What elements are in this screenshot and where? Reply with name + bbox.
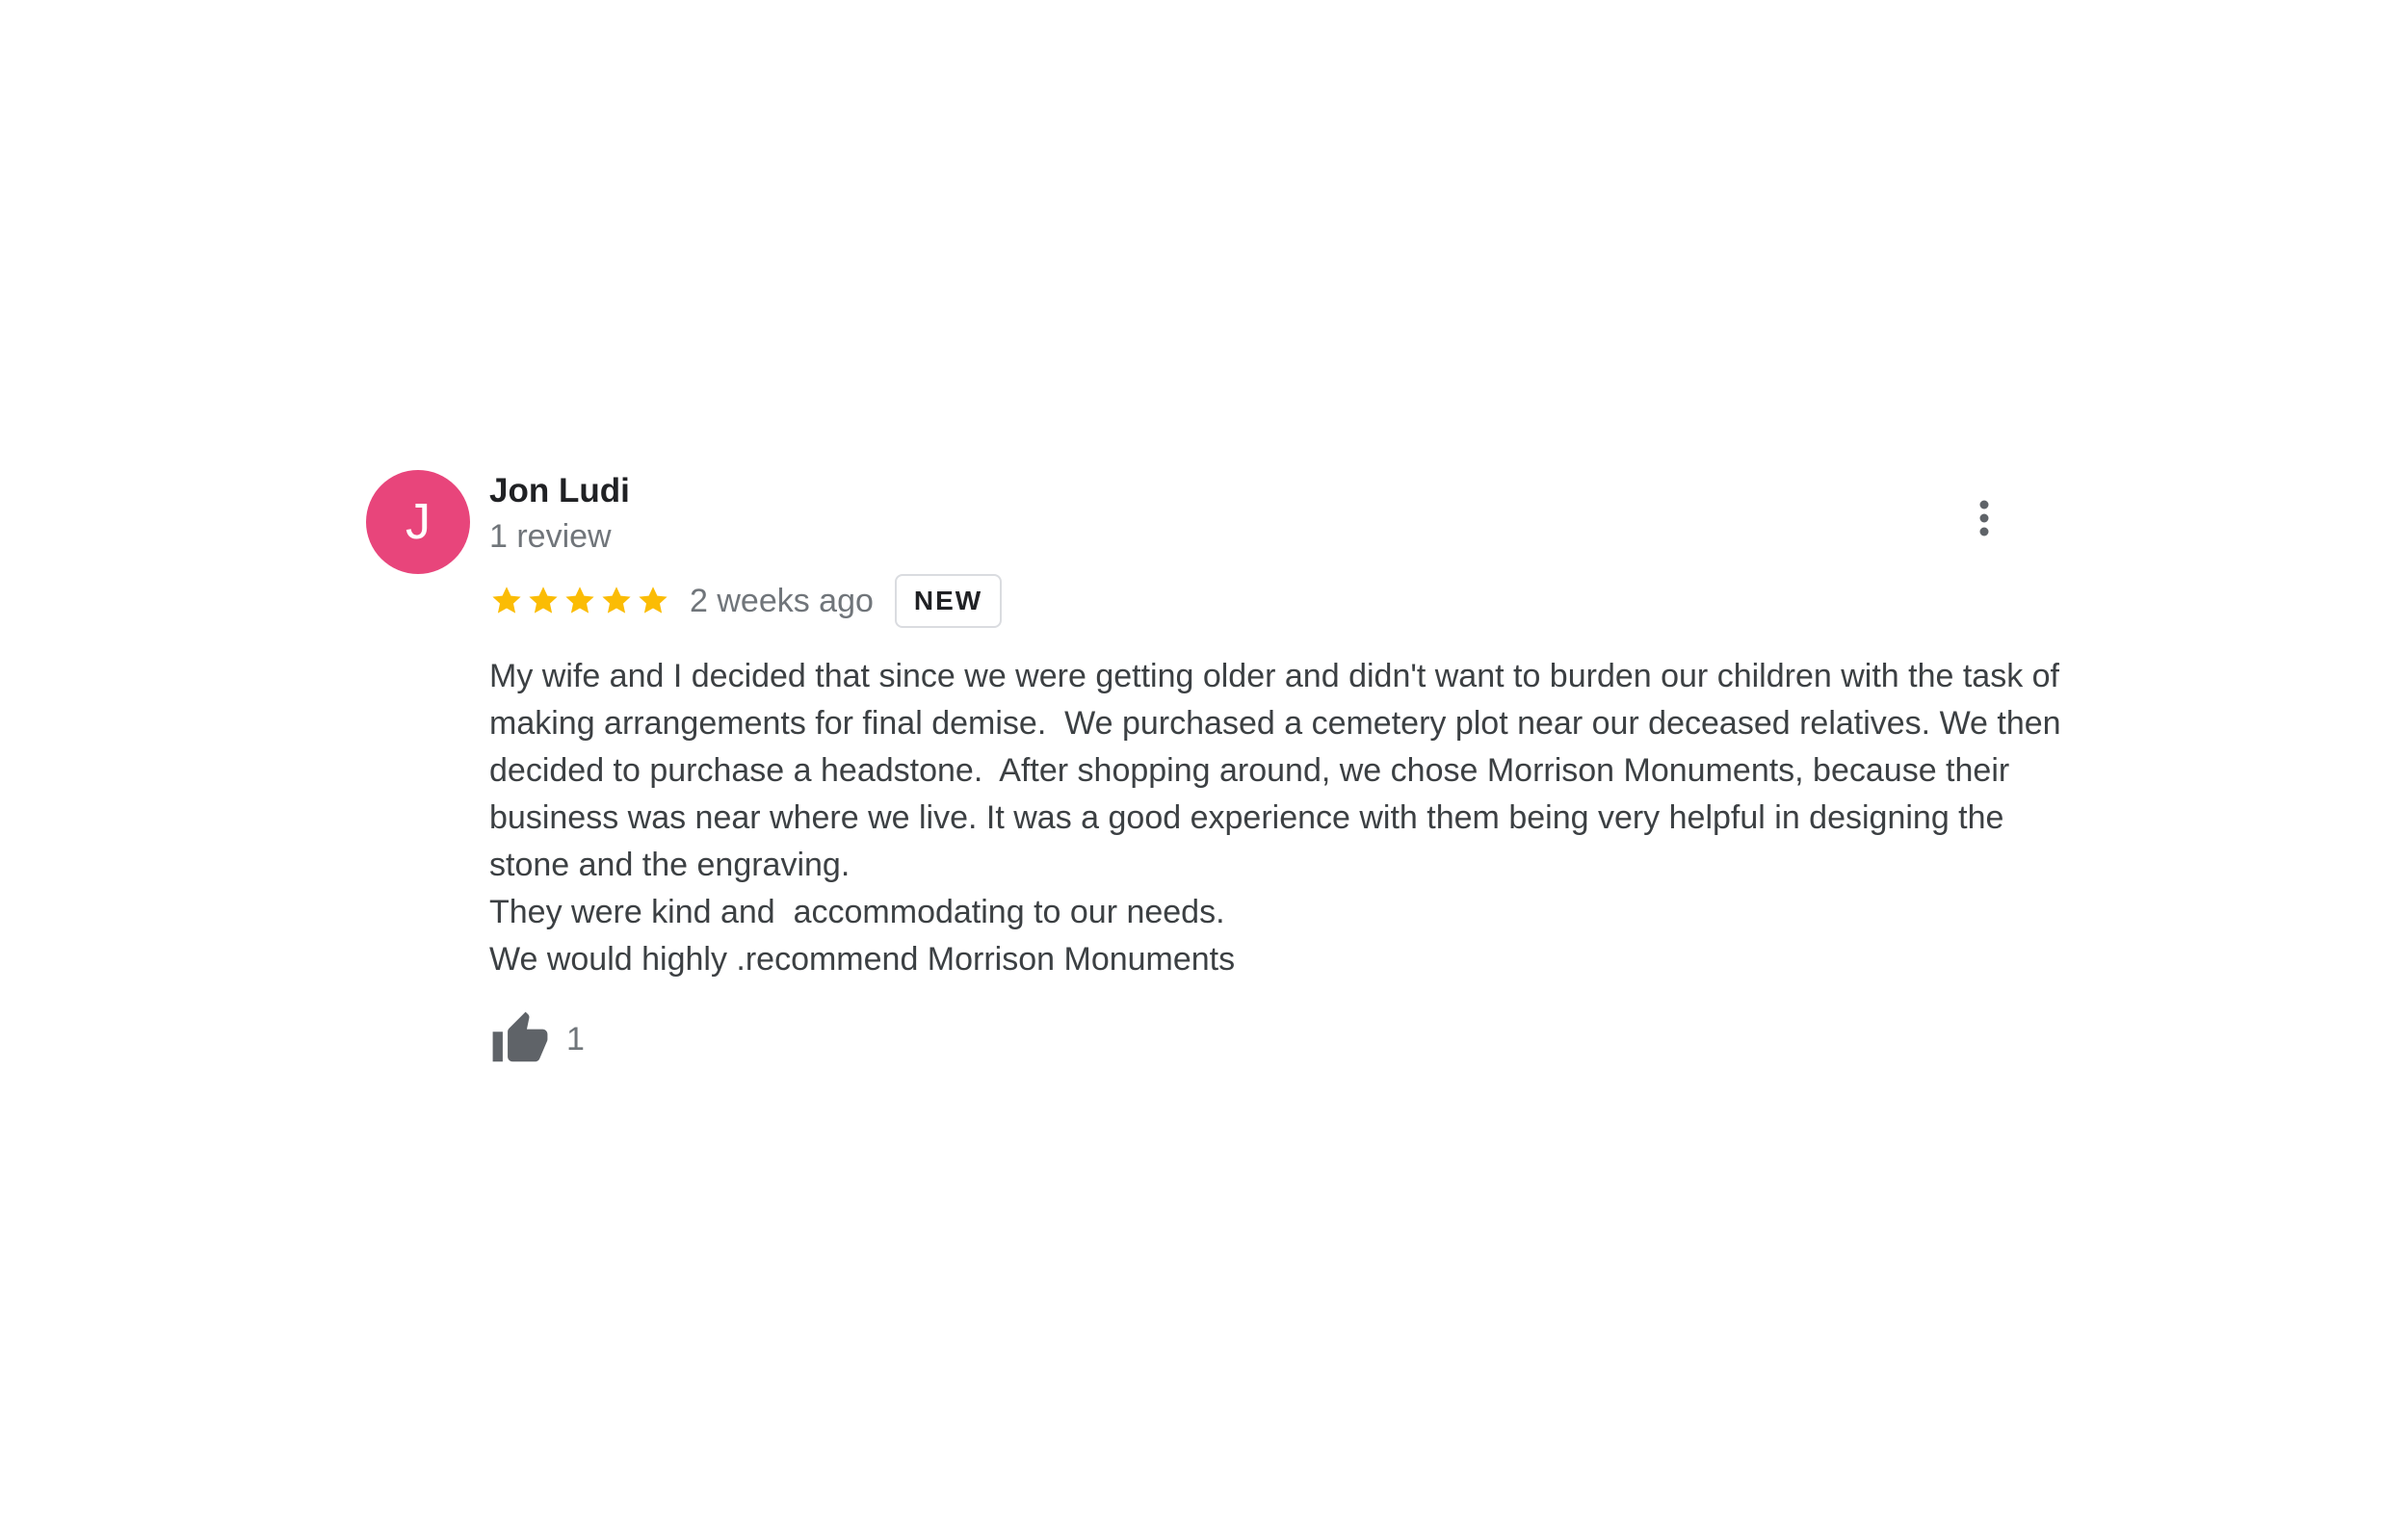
star-icon [602,587,631,614]
author-name[interactable]: Jon Ludi [489,470,630,512]
avatar-initial: J [406,494,431,550]
thumb-up-icon [492,1011,548,1062]
more-vert-icon [1979,500,1989,536]
star-rating [489,584,670,618]
review-meta: 2 weeks ago NEW [489,572,1003,630]
like-row: 1 [489,1007,585,1071]
author-review-count[interactable]: 1 review [489,516,612,557]
avatar[interactable]: J [366,470,470,574]
like-count: 1 [566,1020,585,1058]
star-icon [639,587,667,614]
star-icon [529,587,558,614]
star-icon [565,587,594,614]
review-time: 2 weeks ago [690,583,874,619]
star-icon [492,587,521,614]
new-badge: NEW [894,574,1003,628]
more-options-button[interactable] [1961,491,2007,545]
like-button[interactable] [489,1008,551,1070]
review-text: My wife and I decided that since we were… [489,658,2061,978]
